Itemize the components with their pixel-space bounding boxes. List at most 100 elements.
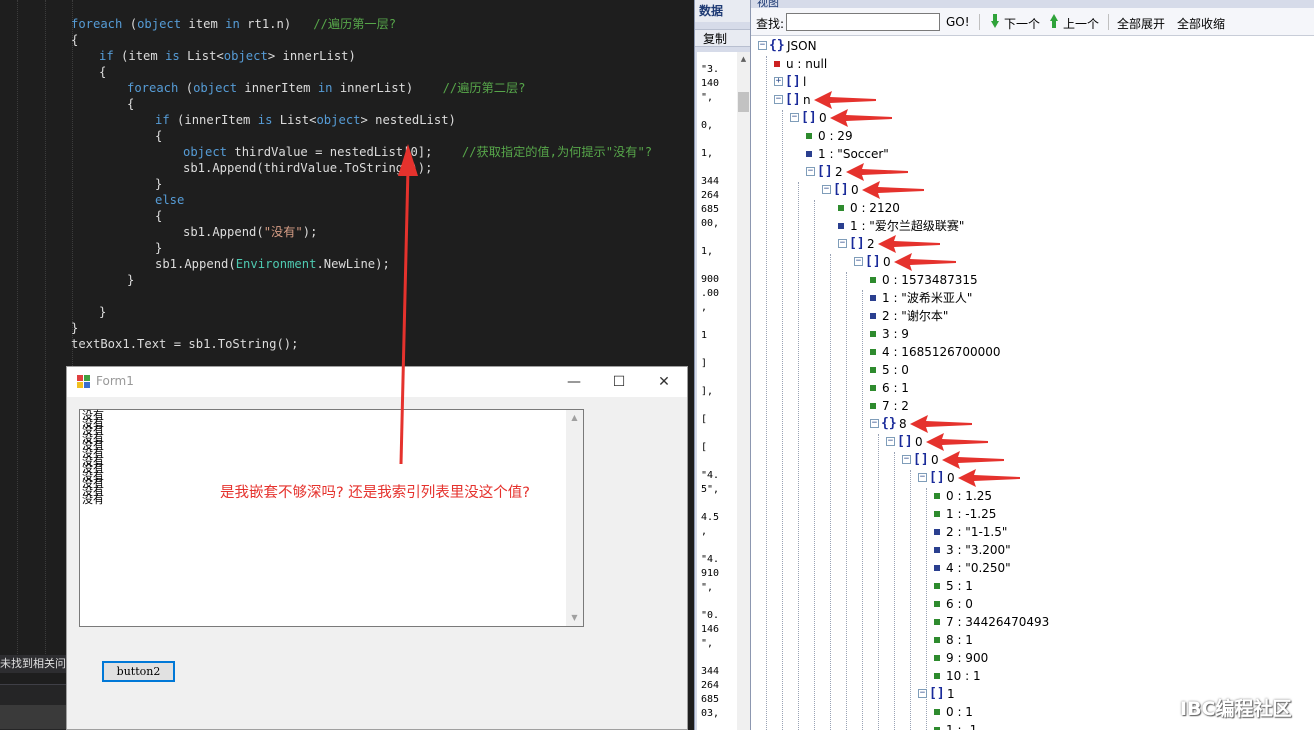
- tree-connector: [814, 200, 815, 730]
- leaf-value-icon: [806, 133, 812, 139]
- raw-json-text[interactable]: "3. 140 ", 0, 1, 344 264 685 00, 1, 900 .00, 1]], [["…: [697, 52, 737, 730]
- array-icon: []: [801, 110, 817, 125]
- array-icon: []: [817, 164, 833, 179]
- leaf-value-icon: [870, 367, 876, 373]
- collapse-icon[interactable]: −: [758, 41, 767, 50]
- leaf-label: 4 : "0.250": [946, 561, 1011, 575]
- raw-json-line: ],: [701, 386, 714, 397]
- bottom-panel: [0, 684, 66, 730]
- raw-tab[interactable]: 数据: [695, 0, 751, 22]
- textbox-lines: 没有 没有 没有 没有 没有 没有 没有 没有 没有 没有 没有 没有: [82, 410, 104, 504]
- raw-json-line: 685: [701, 694, 720, 705]
- collapse-all-button[interactable]: 全部收缩: [1177, 15, 1225, 32]
- raw-json-line: 264: [701, 190, 720, 201]
- raw-json-line: ,: [701, 526, 708, 537]
- leaf-label: 0 : 1573487315: [882, 273, 978, 287]
- leaf-label: 6 : 1: [882, 381, 909, 395]
- output-textbox[interactable]: 没有 没有 没有 没有 没有 没有 没有 没有 没有 没有 没有 没有 ▲ ▼: [79, 409, 584, 627]
- scroll-up-icon[interactable]: ▲: [737, 52, 750, 66]
- raw-json-line: 0,: [701, 120, 714, 131]
- go-button[interactable]: GO!: [946, 15, 970, 29]
- collapse-icon[interactable]: −: [886, 437, 895, 446]
- toolbar-divider: [1108, 14, 1109, 30]
- array-icon: []: [785, 74, 801, 89]
- collapse-icon[interactable]: −: [870, 419, 879, 428]
- leaf-value-icon: [870, 277, 876, 283]
- array-icon: []: [913, 452, 929, 467]
- leaf-label: 1 : "波希米亚人": [882, 291, 973, 305]
- raw-json-line: 344: [701, 176, 720, 187]
- indent-guide: [17, 0, 18, 660]
- copy-button[interactable]: 复制: [695, 29, 751, 47]
- code-line: }: [99, 305, 107, 319]
- close-button[interactable]: ✕: [641, 367, 687, 397]
- expand-all-button[interactable]: 全部展开: [1117, 15, 1165, 32]
- code-line: {: [155, 129, 163, 143]
- button2[interactable]: button2: [102, 661, 175, 682]
- node-label: 1: [947, 687, 955, 701]
- leaf-value-icon: [934, 601, 940, 607]
- collapse-icon[interactable]: −: [822, 185, 831, 194]
- arrow-down-icon[interactable]: [991, 14, 999, 28]
- node-label: 0: [883, 255, 891, 269]
- leaf-value-icon: [934, 547, 940, 553]
- collapse-icon[interactable]: −: [902, 455, 911, 464]
- raw-json-line: "4.: [701, 554, 720, 565]
- collapse-icon[interactable]: −: [790, 113, 799, 122]
- array-icon: []: [929, 686, 945, 701]
- raw-json-line: 685: [701, 204, 720, 215]
- next-button[interactable]: 下一个: [1004, 15, 1040, 32]
- search-input[interactable]: [786, 13, 940, 31]
- leaf-value-icon: [838, 205, 844, 211]
- raw-json-line: 03,: [701, 708, 720, 719]
- leaf-label: 3 : 9: [882, 327, 909, 341]
- prev-button[interactable]: 上一个: [1063, 15, 1099, 32]
- collapse-icon[interactable]: −: [838, 239, 847, 248]
- code-line: foreach (object innerItem in innerList) …: [127, 81, 526, 95]
- maximize-button[interactable]: ☐: [596, 367, 642, 397]
- tree-connector: [766, 56, 767, 730]
- raw-json-line: [: [701, 414, 708, 425]
- collapse-icon[interactable]: −: [854, 257, 863, 266]
- collapse-icon[interactable]: −: [918, 473, 927, 482]
- leaf-label: 2 : "1-1.5": [946, 525, 1008, 539]
- raw-json-line: 1: [701, 330, 708, 341]
- collapse-icon[interactable]: −: [806, 167, 815, 176]
- array-icon: []: [785, 92, 801, 107]
- code-line: {: [71, 33, 79, 47]
- node-label: l: [803, 75, 807, 89]
- leaf-label: 5 : 1: [946, 579, 973, 593]
- raw-scrollbar[interactable]: ▲: [737, 52, 750, 730]
- array-icon: []: [897, 434, 913, 449]
- minimize-button[interactable]: —: [551, 367, 597, 397]
- scroll-down-icon[interactable]: ▼: [566, 610, 583, 626]
- tree-connector: [830, 254, 831, 730]
- node-label: n: [803, 93, 811, 107]
- expand-icon[interactable]: +: [774, 77, 783, 86]
- leaf-label: 8 : 1: [946, 633, 973, 647]
- leaf-label: 3 : "3.200": [946, 543, 1011, 557]
- leaf-value-icon: [838, 223, 844, 229]
- bottom-tab[interactable]: [0, 705, 66, 729]
- red-arrow-icon: [894, 253, 956, 271]
- collapse-icon[interactable]: −: [918, 689, 927, 698]
- scroll-thumb[interactable]: [738, 92, 749, 112]
- raw-json-line: .00: [701, 288, 720, 299]
- raw-json-line: 5",: [701, 484, 720, 495]
- red-arrow-icon: [862, 181, 924, 199]
- tree-connector: [782, 110, 783, 730]
- arrow-up-icon[interactable]: [1050, 14, 1058, 28]
- scroll-up-icon[interactable]: ▲: [566, 410, 583, 426]
- raw-json-line: ,: [701, 302, 708, 313]
- leaf-label: 0 : 2120: [850, 201, 900, 215]
- leaf-label: 0 : 29: [818, 129, 853, 143]
- textbox-scrollbar[interactable]: ▲ ▼: [566, 410, 583, 626]
- title-bar[interactable]: Form1 — ☐ ✕: [67, 367, 687, 397]
- toolbar-divider: [979, 14, 980, 30]
- node-label: 2: [835, 165, 843, 179]
- leaf-value-icon: [870, 385, 876, 391]
- raw-json-line: 4.5: [701, 512, 720, 523]
- leaf-value-icon: [934, 511, 940, 517]
- collapse-icon[interactable]: −: [774, 95, 783, 104]
- raw-json-line: 1,: [701, 148, 714, 159]
